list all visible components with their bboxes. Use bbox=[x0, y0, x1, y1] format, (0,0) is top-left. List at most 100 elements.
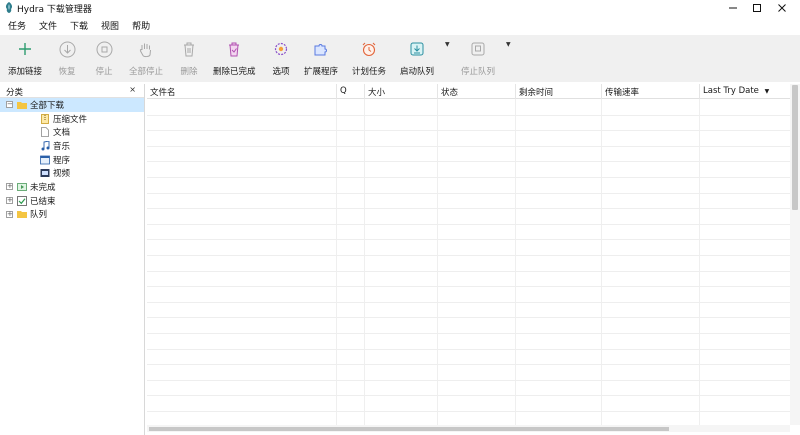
puzzle-icon bbox=[314, 44, 327, 56]
column-divider bbox=[437, 99, 438, 425]
grid-row-line bbox=[147, 161, 790, 163]
column-divider bbox=[515, 99, 516, 425]
delete-button[interactable]: 删除 bbox=[179, 39, 199, 77]
collapse-icon[interactable]: − bbox=[6, 101, 13, 109]
grid-row-line bbox=[147, 114, 790, 116]
grid-row-line bbox=[147, 192, 790, 194]
column-header-size[interactable]: 大小 bbox=[365, 84, 438, 99]
menu-download[interactable]: 下载 bbox=[64, 19, 94, 32]
resume-download-icon bbox=[59, 41, 75, 57]
music-note-icon bbox=[41, 140, 50, 151]
tree-label-video: 视频 bbox=[53, 169, 71, 180]
plus-icon bbox=[19, 43, 31, 55]
tree-item-video[interactable]: 视频 bbox=[0, 166, 144, 180]
add-link-label: 添加链接 bbox=[8, 67, 43, 77]
column-header-last-try-date[interactable]: Last Try Date ▼ bbox=[700, 84, 790, 99]
tree-label-programs: 程序 bbox=[53, 155, 71, 166]
video-icon bbox=[40, 169, 50, 178]
grid-row-line bbox=[147, 317, 790, 319]
grid-row-line bbox=[147, 332, 790, 334]
category-panel-title: 分类 bbox=[6, 88, 24, 98]
close-button[interactable] bbox=[762, 0, 800, 16]
menu-bar: 任务 文件 下载 视图 帮助 bbox=[0, 17, 800, 34]
folder-open-icon bbox=[17, 101, 27, 109]
extensions-button[interactable]: 扩展程序 bbox=[304, 39, 338, 77]
scheduler-button[interactable]: 计划任务 bbox=[352, 39, 386, 77]
grid-row-line bbox=[147, 395, 790, 397]
sort-descending-icon: ▼ bbox=[764, 88, 770, 95]
program-window-icon bbox=[40, 155, 50, 164]
app-logo-icon bbox=[5, 2, 13, 13]
stop-all-button[interactable]: 全部停止 bbox=[129, 39, 163, 77]
close-panel-icon[interactable]: × bbox=[129, 85, 136, 94]
grid-row-line bbox=[147, 379, 790, 381]
tree-label-queues: 队列 bbox=[30, 210, 48, 221]
tree-label-documents: 文档 bbox=[53, 128, 71, 139]
tree-item-documents[interactable]: 文档 bbox=[0, 125, 144, 139]
column-divider bbox=[336, 99, 337, 425]
menu-file[interactable]: 文件 bbox=[33, 19, 63, 32]
stop-queue-label: 停止队列 bbox=[461, 67, 496, 77]
column-header-status[interactable]: 状态 bbox=[438, 84, 516, 99]
delete-completed-button[interactable]: 删除已完成 bbox=[213, 39, 256, 77]
queue-start-icon bbox=[410, 42, 424, 56]
stop-queue-dropdown-icon[interactable]: ▼ bbox=[506, 41, 511, 48]
tree-label-compressed: 压缩文件 bbox=[53, 114, 88, 125]
column-divider bbox=[699, 99, 700, 425]
grid-row-line bbox=[147, 301, 790, 303]
stop-button[interactable]: 停止 bbox=[94, 39, 114, 77]
column-header-time-left[interactable]: 剩余时间 bbox=[516, 84, 602, 99]
resume-button[interactable]: 恢复 bbox=[57, 39, 77, 77]
options-button[interactable]: 选项 bbox=[271, 39, 291, 77]
column-divider bbox=[364, 99, 365, 425]
vertical-scrollbar[interactable] bbox=[790, 84, 800, 425]
grid-row-line bbox=[147, 223, 790, 225]
hand-stop-icon bbox=[139, 43, 151, 57]
grid-row-line bbox=[147, 208, 790, 210]
horizontal-scrollbar[interactable] bbox=[147, 425, 790, 432]
column-header-filename[interactable]: 文件名 bbox=[147, 84, 337, 99]
folder-icon bbox=[17, 211, 27, 219]
expand-icon[interactable]: + bbox=[6, 183, 13, 191]
tree-label-unfinished: 未完成 bbox=[30, 182, 56, 193]
menu-task[interactable]: 任务 bbox=[2, 19, 32, 32]
expand-icon[interactable]: + bbox=[6, 197, 13, 205]
zip-file-icon bbox=[41, 113, 49, 124]
queue-stop-icon bbox=[471, 42, 485, 56]
grid-row-line bbox=[147, 286, 790, 288]
stop-label: 停止 bbox=[95, 67, 113, 77]
expand-icon[interactable]: + bbox=[6, 210, 13, 218]
start-queue-dropdown-icon[interactable]: ▼ bbox=[445, 41, 450, 48]
alarm-clock-icon bbox=[362, 42, 376, 57]
start-queue-button[interactable]: 启动队列 bbox=[400, 39, 434, 77]
tree-label-all: 全部下载 bbox=[30, 100, 65, 111]
tree-item-finished[interactable]: + 已结束 bbox=[0, 194, 144, 208]
menu-view[interactable]: 视图 bbox=[95, 19, 125, 32]
grid-row-line bbox=[147, 145, 790, 147]
tree-item-compressed[interactable]: 压缩文件 bbox=[0, 112, 144, 126]
last-try-date-label: Last Try Date bbox=[703, 86, 759, 96]
extensions-label: 扩展程序 bbox=[304, 67, 339, 77]
vertical-scrollbar-thumb[interactable] bbox=[792, 85, 798, 210]
delete-completed-label: 删除已完成 bbox=[213, 67, 256, 77]
tree-item-unfinished[interactable]: + 未完成 bbox=[0, 180, 144, 194]
horizontal-scrollbar-thumb[interactable] bbox=[149, 427, 669, 431]
grid-row-line bbox=[147, 176, 790, 178]
start-queue-label: 启动队列 bbox=[400, 67, 435, 77]
tree-item-queues[interactable]: + 队列 bbox=[0, 208, 144, 222]
column-header-queue[interactable]: Q bbox=[337, 84, 365, 99]
stop-queue-button[interactable]: 停止队列 bbox=[461, 39, 495, 77]
tree-item-music[interactable]: 音乐 bbox=[0, 139, 144, 153]
toolbar: 添加链接 恢复 停止 全部停止 删除 删除已完成 选项 扩展程序 计划任务 启动… bbox=[0, 35, 800, 82]
column-header-transfer-rate[interactable]: 传输速率 bbox=[602, 84, 700, 99]
scheduler-label: 计划任务 bbox=[352, 67, 387, 77]
close-icon bbox=[778, 4, 786, 12]
title-bar: Hydra 下载管理器 bbox=[0, 0, 800, 16]
tree-item-programs[interactable]: 程序 bbox=[0, 153, 144, 167]
tree-label-music: 音乐 bbox=[53, 141, 71, 152]
grid-row-line bbox=[147, 130, 790, 132]
download-list: 文件名 Q 大小 状态 剩余时间 传输速率 Last Try Date ▼ bbox=[147, 84, 800, 435]
add-link-button[interactable]: 添加链接 bbox=[8, 39, 42, 77]
menu-help[interactable]: 帮助 bbox=[126, 19, 156, 32]
tree-item-all-downloads[interactable]: − 全部下载 bbox=[0, 98, 144, 112]
